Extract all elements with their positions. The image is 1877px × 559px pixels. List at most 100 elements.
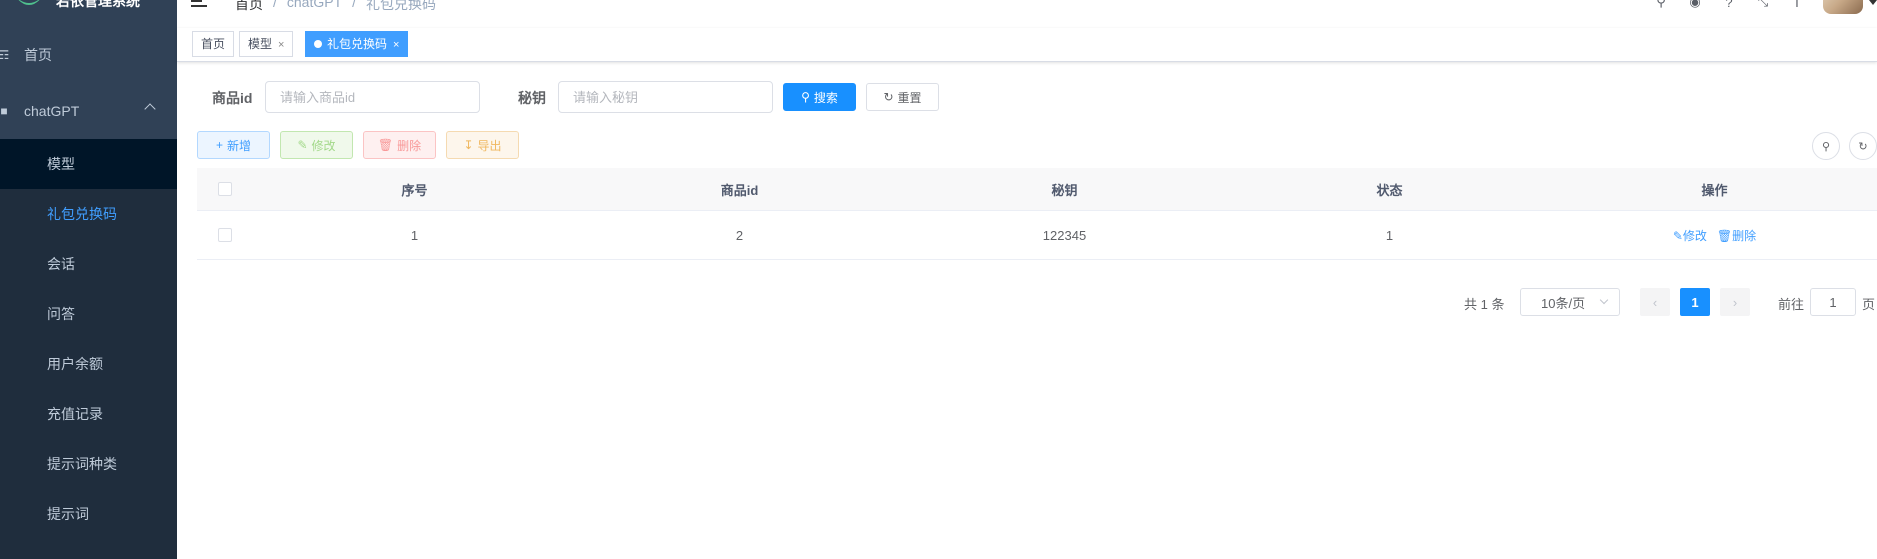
select-all-cell <box>197 168 252 210</box>
tag-label: 礼包兑换码 <box>327 37 388 51</box>
reset-button[interactable]: ↻ 重置 <box>866 83 939 111</box>
edit-button-label: 修改 <box>311 138 336 153</box>
select-cell <box>197 211 252 259</box>
product-id-cell: 2 <box>735 227 744 243</box>
sidebar-item-session[interactable]: 会话 <box>0 239 177 289</box>
refresh-icon: ↻ <box>1858 140 1868 153</box>
sidebar-item-home[interactable]: ☶ 首页 <box>0 30 177 80</box>
tag-label: 首页 <box>201 37 226 51</box>
refresh-button[interactable]: ↻ <box>1849 132 1877 160</box>
delete-button-label: 删除 <box>397 138 422 153</box>
dashboard-icon: ☶ <box>0 48 10 62</box>
sidebar-item-label: 用户余额 <box>47 356 103 372</box>
tag-home[interactable]: 首页 <box>192 31 235 57</box>
sidebar-item-chatgpt[interactable]: ■ chatGPT <box>0 86 177 136</box>
add-button-label: 新增 <box>227 138 252 153</box>
table-row: 1 2 122345 1 ✎修改 🗑删除 <box>197 211 1877 260</box>
column-header: 秘钥 <box>1051 182 1078 198</box>
tag-model[interactable]: 模型 × <box>239 31 294 57</box>
edit-button[interactable]: ✎ 修改 <box>280 131 353 159</box>
sidebar-item-prompt-type[interactable]: 提示词种类 <box>0 439 177 489</box>
sidebar-item-balance[interactable]: 用户余额 <box>0 339 177 389</box>
chevron-up-icon <box>144 103 156 115</box>
question-icon[interactable]: ? <box>1721 0 1737 10</box>
download-icon: ↧ <box>463 138 474 152</box>
chevron-left-icon: ‹ <box>1652 294 1658 310</box>
row-edit-link[interactable]: ✎修改 <box>1673 227 1707 244</box>
sidebar-item-prompt[interactable]: 提示词 <box>0 489 177 539</box>
search-icon[interactable]: ⚲ <box>1653 0 1669 10</box>
index-cell: 1 <box>410 227 419 243</box>
avatar[interactable] <box>1823 0 1863 14</box>
app-logo[interactable]: 若依管理系统 <box>0 0 177 16</box>
navbar-right: ⚲ ◉ ? ⤡ T <box>1653 0 1877 14</box>
goto-page-input[interactable] <box>1810 288 1856 316</box>
close-icon[interactable]: × <box>393 39 399 51</box>
export-button-label: 导出 <box>477 138 502 153</box>
secret-input[interactable] <box>558 81 773 113</box>
product-id-input[interactable] <box>265 81 480 113</box>
toggle-search-button[interactable]: ⚲ <box>1812 132 1840 160</box>
export-button[interactable]: ↧ 导出 <box>446 131 519 159</box>
sidebar-item-label: chatGPT <box>24 103 80 119</box>
secret-cell: 122345 <box>1042 227 1087 243</box>
sidebar-item-qa[interactable]: 问答 <box>0 289 177 339</box>
tag-gift-code[interactable]: 礼包兑换码 × <box>305 31 409 57</box>
fullscreen-icon[interactable]: ⤡ <box>1755 0 1771 10</box>
sidebar-item-label: 礼包兑换码 <box>47 206 117 222</box>
page-size-select[interactable]: 10条/页 <box>1520 288 1620 316</box>
hamburger-icon[interactable] <box>191 0 209 8</box>
search-button[interactable]: ⚲ 搜索 <box>783 83 856 111</box>
sidebar-item-label: 问答 <box>47 306 75 322</box>
breadcrumb-item[interactable]: chatGPT <box>287 0 342 14</box>
caret-down-icon[interactable] <box>1869 0 1877 5</box>
breadcrumb-separator: / <box>273 0 277 10</box>
refresh-icon: ↻ <box>883 90 894 104</box>
column-header: 序号 <box>401 182 428 198</box>
active-dot <box>314 40 322 48</box>
page-number-label: 1 <box>1691 294 1699 310</box>
close-icon[interactable]: × <box>278 39 284 51</box>
sidebar-item-recharge[interactable]: 充值记录 <box>0 389 177 439</box>
tag-label: 模型 <box>248 37 273 51</box>
row-delete-link[interactable]: 🗑删除 <box>1717 227 1756 244</box>
search-icon: ⚲ <box>801 90 810 104</box>
delete-button[interactable]: 🗑 删除 <box>363 131 436 159</box>
page-size-value: 10条/页 <box>1541 295 1586 311</box>
prev-page-button[interactable]: ‹ <box>1640 288 1670 316</box>
sidebar-item-gift-code[interactable]: 礼包兑换码 <box>0 189 177 239</box>
row-checkbox[interactable] <box>217 228 232 242</box>
table-header: 序号 商品id 秘钥 状态 操作 <box>197 168 1877 211</box>
reset-button-label: 重置 <box>897 90 922 105</box>
chevron-down-icon <box>1599 295 1609 305</box>
edit-icon: ✎ <box>297 138 308 152</box>
search-icon: ⚲ <box>1821 140 1831 153</box>
message-icon: ■ <box>0 104 8 118</box>
next-page-button[interactable]: › <box>1720 288 1750 316</box>
page-suffix: 页 <box>1862 297 1876 312</box>
sidebar-item-label: 提示词 <box>47 506 89 522</box>
row-delete-label: 删除 <box>1732 228 1757 243</box>
font-size-icon[interactable]: T <box>1789 0 1805 10</box>
breadcrumb-separator: / <box>352 0 357 10</box>
pagination-total: 共 1 条 <box>1464 297 1505 312</box>
select-all-checkbox[interactable] <box>217 182 232 196</box>
status-cell: 1 <box>1385 227 1394 243</box>
trash-icon: 🗑 <box>1716 228 1733 243</box>
logo-icon <box>18 0 40 5</box>
edit-icon: ✎ <box>1672 228 1683 243</box>
app-title: 若依管理系统 <box>56 0 140 9</box>
trash-icon: 🗑 <box>377 138 394 152</box>
page-number[interactable]: 1 <box>1680 288 1710 316</box>
github-icon[interactable]: ◉ <box>1687 0 1703 10</box>
sidebar-item-label: 模型 <box>47 156 75 172</box>
add-button[interactable]: + 新增 <box>197 131 270 159</box>
breadcrumb-item[interactable]: 首页 <box>235 0 263 14</box>
search-button-label: 搜索 <box>813 90 838 105</box>
chevron-right-icon: › <box>1732 294 1738 310</box>
tags-view: 首页 模型 × 礼包兑换码 × <box>177 28 1877 62</box>
breadcrumb-item: 礼包兑换码 <box>366 0 437 12</box>
goto-label: 前往 <box>1778 297 1805 312</box>
sidebar-item-model[interactable]: 模型 <box>0 139 177 189</box>
actions-cell: ✎修改 🗑删除 <box>1552 211 1877 259</box>
